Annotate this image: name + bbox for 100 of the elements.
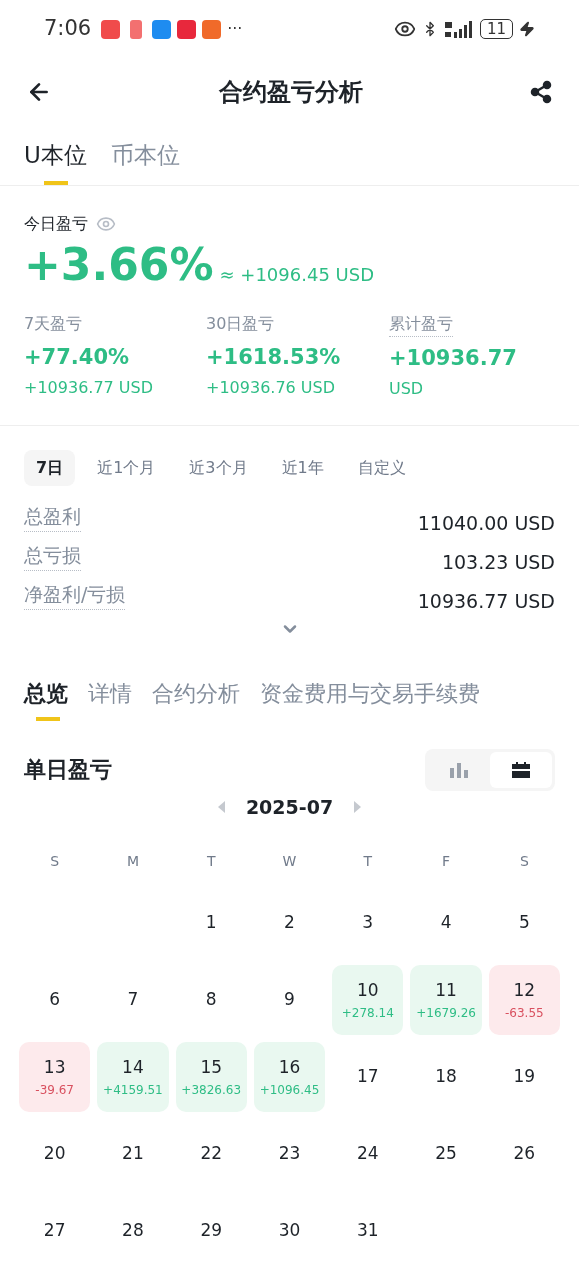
weekday-label: S <box>518 852 530 871</box>
calendar-day[interactable]: 5 <box>488 888 560 958</box>
day-number: 23 <box>278 1142 301 1166</box>
calendar-day[interactable]: 29 <box>175 1196 247 1266</box>
bar-chart-icon <box>449 761 469 778</box>
day-number: 3 <box>362 911 374 935</box>
summary-label: 净盈利/亏损 <box>24 580 126 610</box>
period-tab[interactable]: 近1个月 <box>85 449 168 486</box>
day-number: 25 <box>435 1142 457 1166</box>
today-pnl-percent: +3.66% <box>24 238 214 292</box>
day-number: 19 <box>513 1065 536 1089</box>
calendar-day[interactable]: 11 +1679.26 <box>410 965 482 1035</box>
calendar-day[interactable]: 13 -39.67 <box>19 1042 91 1112</box>
calendar-icon <box>512 761 530 778</box>
tab[interactable]: U本位 <box>24 126 87 185</box>
app-icon <box>101 19 121 39</box>
section-title: 单日盈亏 <box>24 756 112 784</box>
calendar-day[interactable]: 20 <box>19 1119 91 1189</box>
calendar-view-button[interactable] <box>490 751 552 788</box>
month-label: 2025-07 <box>245 794 334 820</box>
calendar-day[interactable]: 1 <box>175 888 247 958</box>
calendar-day[interactable]: 27 <box>19 1196 91 1266</box>
app-icon <box>202 19 222 39</box>
calendar-day[interactable]: 9 <box>253 965 326 1035</box>
calendar-day[interactable]: 22 <box>175 1119 247 1189</box>
weekday-label: T <box>205 852 217 871</box>
calendar-day[interactable]: 10 +278.14 <box>332 965 404 1035</box>
day-number: 29 <box>200 1219 222 1243</box>
today-pnl-amount: ≈ +1096.45 USD <box>219 263 375 287</box>
day-number: 28 <box>122 1219 144 1243</box>
day-number: 18 <box>435 1065 457 1089</box>
page-title: 合约盈亏分析 <box>218 77 363 108</box>
day-number: 15 <box>200 1056 222 1080</box>
calendar-day[interactable]: 24 <box>332 1119 404 1189</box>
day-number: 4 <box>440 911 452 935</box>
calendar-day[interactable]: 30 <box>253 1196 326 1266</box>
period-tab[interactable]: 近1年 <box>269 449 336 486</box>
day-number: 7 <box>127 988 139 1012</box>
calendar-day[interactable]: 23 <box>253 1119 326 1189</box>
calendar-day[interactable]: 19 <box>488 1042 560 1112</box>
calendar-day[interactable]: 16 +1096.45 <box>253 1042 326 1112</box>
stat-label: 累计盈亏 <box>389 312 453 337</box>
calendar-day[interactable]: 28 <box>97 1196 169 1266</box>
summary-label: 总盈利 <box>24 502 81 532</box>
app-icon <box>177 19 197 39</box>
summary-label: 总亏损 <box>24 541 81 571</box>
period-tab[interactable]: 近3个月 <box>177 449 260 486</box>
weekday-label: W <box>281 852 298 871</box>
calendar-day[interactable]: 3 <box>332 888 404 958</box>
period-tab[interactable]: 自定义 <box>345 449 418 486</box>
visibility-icon[interactable] <box>96 214 116 234</box>
calendar-day[interactable]: 26 <box>488 1119 560 1189</box>
calendar-day[interactable]: 4 <box>410 888 482 958</box>
day-pnl: +1096.45 <box>259 1081 320 1099</box>
calendar-day[interactable]: 21 <box>97 1119 169 1189</box>
stat-amount: +10936.76 USD <box>206 376 336 399</box>
day-pnl: -63.55 <box>505 1004 544 1022</box>
weekday-label: F <box>441 852 452 871</box>
weekday-label: M <box>125 852 140 871</box>
stat-value: +10936.77 <box>389 345 517 372</box>
day-number: 22 <box>200 1142 222 1166</box>
more-notifications: ··· <box>227 18 243 40</box>
day-pnl: +1679.26 <box>416 1004 476 1022</box>
day-number: 31 <box>356 1219 379 1243</box>
day-number: 6 <box>49 988 61 1012</box>
day-pnl: +278.14 <box>341 1004 394 1022</box>
period-tab[interactable]: 7日 <box>24 449 76 486</box>
calendar-day[interactable]: 12 -63.55 <box>488 965 560 1035</box>
calendar-day[interactable]: 2 <box>253 888 326 958</box>
today-pnl-label: 今日盈亏 <box>24 213 88 235</box>
day-number: 2 <box>284 911 295 935</box>
share-icon[interactable] <box>529 80 553 104</box>
day-pnl: -39.67 <box>35 1081 74 1099</box>
previous-month-icon[interactable] <box>217 800 226 813</box>
day-number: 16 <box>278 1056 301 1080</box>
day-number: 27 <box>43 1219 66 1243</box>
next-month-icon[interactable] <box>353 800 362 813</box>
day-number: 26 <box>513 1142 536 1166</box>
calendar-day[interactable]: 25 <box>410 1119 482 1189</box>
status-time: 7:06 <box>44 15 92 43</box>
day-number: 10 <box>356 979 379 1003</box>
calendar-day[interactable]: 14 +4159.51 <box>97 1042 169 1112</box>
calendar-day[interactable]: 8 <box>175 965 247 1035</box>
day-pnl: +3826.63 <box>181 1081 242 1099</box>
calendar-day[interactable]: 6 <box>19 965 91 1035</box>
stat-value: +1618.53% <box>206 344 341 371</box>
calendar-day[interactable]: 15 +3826.63 <box>175 1042 247 1112</box>
calendar-day[interactable]: 31 <box>332 1196 404 1266</box>
calendar-day[interactable]: 7 <box>97 965 169 1035</box>
day-number: 30 <box>278 1219 301 1243</box>
stat-label: 30日盈亏 <box>206 313 275 335</box>
section-tab[interactable]: 总览 <box>24 676 68 721</box>
battery-indicator: 11 <box>479 19 513 39</box>
weekday-label: T <box>362 852 374 871</box>
day-pnl: +4159.51 <box>103 1081 163 1099</box>
calendar-day[interactable]: 17 <box>332 1042 404 1112</box>
calendar-day[interactable]: 18 <box>410 1042 482 1112</box>
day-number: 24 <box>356 1142 379 1166</box>
day-number: 20 <box>43 1142 66 1166</box>
summary-value: 10936.77 USD <box>417 588 555 614</box>
